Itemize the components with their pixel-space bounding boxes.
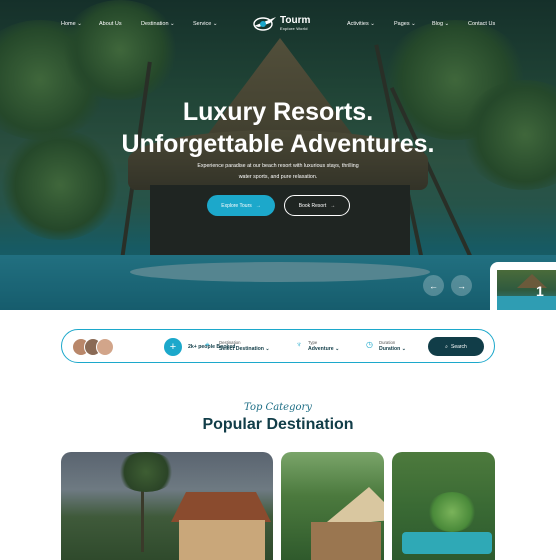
chevron-down-icon: ⌄	[263, 346, 270, 352]
hero-subtitle: Experience paradise at our beach resort …	[197, 163, 359, 180]
destination-field[interactable]: Destination Select Destination ⌄	[219, 340, 270, 352]
search-button[interactable]: ⌕ Search	[428, 337, 484, 356]
type-field[interactable]: Type Adventure ⌄	[308, 340, 339, 352]
hero-title-line1: Luxury Resorts.	[182, 98, 374, 126]
slider-next-button[interactable]: →	[451, 275, 472, 296]
plus-icon[interactable]: +	[164, 338, 182, 356]
hero-banner: Home ⌄ About Us Destination ⌄ Service ⌄ …	[0, 0, 556, 310]
chevron-down-icon: ⌄	[168, 21, 175, 27]
nav-item-destination[interactable]: Destination ⌄	[141, 21, 175, 27]
plane-logo-icon	[253, 17, 276, 31]
destination-card[interactable]	[61, 452, 273, 560]
chevron-down-icon: ⌄	[409, 21, 416, 27]
chevron-down-icon: ⌄	[368, 21, 375, 27]
chevron-down-icon: ⌄	[75, 21, 82, 27]
search-icon: ⌕	[445, 343, 448, 350]
explore-tours-button[interactable]: Explore Tours →	[207, 195, 275, 216]
slide-thumbnail-image[interactable]	[497, 270, 556, 310]
logo-tagline: Explore World	[280, 25, 308, 31]
chevron-down-icon: ⌄	[211, 21, 218, 27]
nav-item-activities[interactable]: Activities ⌄	[347, 21, 375, 27]
logo-name: Tourm	[280, 14, 311, 26]
nav-item-blog[interactable]: Blog ⌄	[432, 21, 449, 27]
slider-prev-button[interactable]: ←	[423, 275, 444, 296]
avatar	[96, 338, 114, 356]
duration-field[interactable]: Duration Duration ⌄	[379, 340, 406, 352]
nav-item-pages[interactable]: Pages ⌄	[394, 21, 416, 27]
map-pin-icon: ⌖	[205, 340, 210, 349]
destination-card[interactable]	[281, 452, 384, 560]
palm-icon: ♆	[296, 340, 302, 349]
site-logo[interactable]: Tourm Explore World	[250, 14, 310, 32]
book-resort-button[interactable]: Book Resort →	[284, 195, 350, 216]
nav-item-contact[interactable]: Contact Us	[468, 21, 495, 27]
search-bar: + 2k+ people Booked ⌖ Destination Select…	[61, 329, 495, 363]
arrow-left-icon: ←	[429, 280, 438, 291]
chevron-down-icon: ⌄	[400, 346, 407, 352]
clock-icon: ◷	[366, 340, 373, 349]
nav-item-about[interactable]: About Us	[99, 21, 122, 27]
chevron-down-icon: ⌄	[333, 346, 340, 352]
hero-title-line2: Unforgettable Adventures.	[121, 130, 435, 158]
nav-item-home[interactable]: Home ⌄	[61, 21, 82, 27]
section-kicker: Top Category	[244, 402, 312, 413]
chevron-down-icon: ⌄	[443, 21, 450, 27]
arrow-right-icon: →	[330, 202, 336, 209]
arrow-right-icon: →	[255, 202, 261, 209]
section-title: Popular Destination	[202, 416, 354, 433]
destination-card[interactable]	[392, 452, 495, 560]
slide-number: 1	[536, 283, 544, 299]
nav-item-service[interactable]: Service ⌄	[193, 21, 217, 27]
arrow-right-icon: →	[457, 280, 466, 291]
